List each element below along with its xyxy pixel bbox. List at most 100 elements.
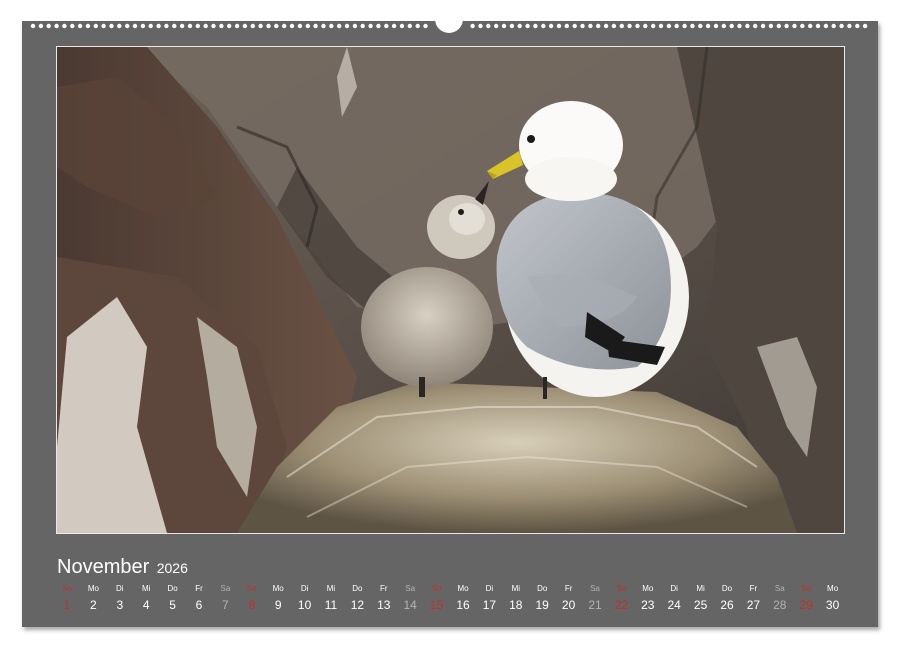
binding-dot: [501, 23, 507, 29]
binding-dot: [423, 23, 428, 29]
binding-dot: [313, 23, 318, 29]
binding-dot: [93, 23, 99, 29]
binding-dot: [651, 23, 656, 29]
weekday-label: So: [616, 584, 627, 593]
binding-dot: [658, 23, 664, 29]
binding-dot: [737, 23, 742, 29]
binding-dot: [525, 23, 530, 29]
date-number: 27: [746, 598, 761, 612]
weekday-label: Mo: [642, 584, 654, 593]
binding-dot: [674, 23, 679, 29]
kittiwake-photo-illustration: [57, 47, 844, 533]
binding-dot: [580, 23, 585, 29]
binding-dot: [117, 23, 122, 29]
binding-dot: [368, 23, 373, 29]
spiral-binding: [30, 5, 868, 33]
month-name: November: [57, 556, 150, 578]
binding-dot: [839, 23, 844, 29]
weekday-label: Sa: [774, 584, 785, 593]
binding-dot: [344, 23, 350, 29]
date-number: 10: [297, 598, 312, 612]
binding-dot: [132, 23, 138, 29]
binding-dot: [603, 23, 609, 29]
binding-dot: [282, 23, 287, 29]
month-title: November 2026: [57, 556, 188, 579]
binding-dot: [494, 23, 499, 29]
binding-dot: [847, 23, 852, 29]
weekday-label: Fr: [195, 584, 203, 593]
binding-dot: [62, 23, 67, 29]
binding-dot: [70, 23, 75, 29]
weekday-label: Di: [116, 584, 124, 593]
binding-dot: [352, 23, 358, 29]
date-number: 9: [274, 598, 282, 612]
binding-dot: [533, 23, 538, 29]
date-number: 11: [324, 598, 338, 612]
weekday-label: Do: [537, 584, 548, 593]
binding-dot: [564, 23, 569, 29]
binding-dot: [289, 23, 295, 29]
date-number: 14: [403, 598, 417, 612]
weekday-label: Di: [300, 584, 309, 593]
binding-dot: [415, 23, 420, 29]
binding-dot: [548, 23, 554, 29]
binding-dot: [140, 23, 146, 29]
binding-dot: [470, 23, 475, 29]
weekday-label: Do: [167, 584, 178, 593]
binding-dot: [274, 23, 279, 29]
date-number: 23: [641, 598, 655, 612]
binding-dot: [297, 23, 303, 29]
date-number: 4: [142, 598, 150, 612]
binding-dot: [391, 23, 397, 29]
binding-dot: [611, 23, 617, 29]
weekday-label: Mo: [272, 584, 284, 593]
weekday-label: Fr: [380, 584, 388, 593]
binding-dot: [46, 23, 51, 29]
binding-dot: [187, 23, 193, 29]
binding-dot: [478, 23, 483, 29]
date-number: 22: [614, 598, 629, 612]
binding-dot: [399, 23, 405, 29]
binding-dot: [172, 23, 177, 29]
binding-dot: [384, 23, 389, 29]
binding-dot: [54, 23, 59, 29]
weekday-label: Do: [721, 584, 733, 593]
binding-dot: [517, 23, 522, 29]
binding-dot: [666, 23, 672, 29]
weekday-label: Do: [352, 584, 363, 593]
binding-dot: [808, 23, 813, 29]
binding-dot: [337, 23, 342, 29]
date-number: 18: [509, 598, 523, 612]
binding-dot: [800, 23, 805, 29]
binding-dot: [541, 23, 546, 29]
weekday-label: Di: [485, 584, 494, 593]
binding-dot: [258, 23, 263, 29]
binding-dot: [619, 23, 624, 29]
date-number: 19: [535, 598, 549, 612]
binding-dot: [30, 23, 36, 29]
binding-dot: [682, 23, 687, 29]
binding-dot: [760, 23, 766, 29]
binding-dot: [156, 23, 161, 29]
weekday-label: Mi: [141, 584, 151, 593]
binding-dot: [164, 23, 169, 29]
binding-dot: [148, 23, 153, 29]
binding-dot: [125, 23, 130, 29]
binding-dot: [831, 23, 836, 29]
date-number: 30: [825, 598, 840, 612]
binding-dot: [792, 23, 797, 29]
binding-dot: [234, 23, 240, 29]
date-number: 15: [429, 598, 444, 612]
binding-dot: [705, 23, 711, 29]
weekday-label: Di: [670, 584, 678, 593]
date-number: 8: [248, 598, 256, 612]
binding-dot: [635, 23, 640, 29]
weekday-label: Fr: [749, 584, 758, 593]
weekday-row: So Mo Di Mi Do Fr Sa So Mo Di Mi Do Fr Sa So Mo Di Mi Do Fr…: [55, 584, 845, 594]
binding-dot: [815, 23, 821, 29]
binding-dot: [305, 23, 310, 29]
binding-dot: [753, 23, 758, 29]
weekday-label: Mo: [87, 584, 99, 593]
date-number: 1: [63, 598, 71, 612]
weekday-label: So: [62, 584, 72, 593]
